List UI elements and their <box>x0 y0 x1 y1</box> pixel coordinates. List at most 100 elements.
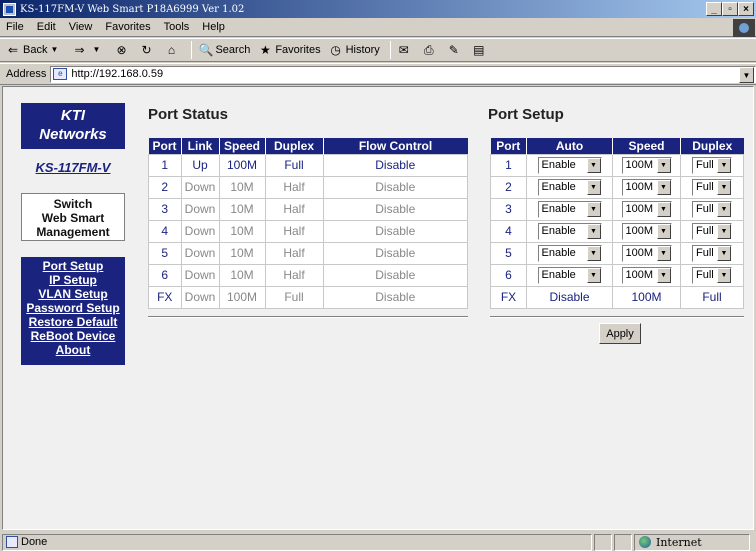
table-row: 6 Enable ▼ 100M ▼ Full ▼ <box>490 263 744 287</box>
table-row: 3 Enable ▼ 100M ▼ Full ▼ <box>490 197 744 221</box>
nav-password-setup[interactable]: Password Setup <box>21 301 125 315</box>
table-row: 1 Enable ▼ 100M ▼ Full ▼ <box>490 153 744 177</box>
cell-port: FX <box>490 285 527 309</box>
chevron-down-icon: ▼ <box>717 157 731 173</box>
menu-help[interactable]: Help <box>202 21 225 33</box>
edit-button[interactable]: ✎ <box>447 43 464 57</box>
refresh-button[interactable]: ↻ <box>139 43 156 57</box>
duplex-select[interactable]: Full ▼ <box>692 244 732 262</box>
nav-ip-setup[interactable]: IP Setup <box>21 273 125 287</box>
cell-flow: Disable <box>322 241 468 265</box>
chevron-down-icon: ▼ <box>50 45 59 54</box>
cell-duplex: Full ▼ <box>680 241 744 265</box>
col-duplex: Duplex <box>680 138 744 154</box>
auto-select[interactable]: Enable ▼ <box>537 244 602 262</box>
col-port: Port <box>490 138 527 154</box>
duplex-value: Full <box>696 269 714 281</box>
cell-speed: 100M <box>612 285 681 309</box>
speed-select[interactable]: 100M ▼ <box>621 200 672 218</box>
mail-button[interactable]: ✉ <box>397 43 414 57</box>
duplex-select[interactable]: Full ▼ <box>692 266 732 284</box>
cell-port: 1 <box>490 153 527 177</box>
title-bar: KS-117FM-V Web Smart P18A6999 Ver 1.02 _… <box>0 0 756 18</box>
speed-select[interactable]: 100M ▼ <box>621 222 672 240</box>
duplex-value: Full <box>696 225 714 237</box>
cell-duplex: Full ▼ <box>680 197 744 221</box>
menu-view[interactable]: View <box>69 21 93 33</box>
menu-tools[interactable]: Tools <box>164 21 190 33</box>
cell-link: Up <box>180 153 220 177</box>
logo-line-1: KTI <box>60 107 86 124</box>
cell-duplex: Half <box>264 197 324 221</box>
table-row: 6 Down 10M Half Disable <box>148 263 468 287</box>
cell-port: 3 <box>490 197 527 221</box>
chevron-down-icon: ▼ <box>586 223 601 239</box>
chevron-down-icon: ▼ <box>717 179 731 195</box>
cell-duplex: Full <box>264 153 324 177</box>
status-bar: Done Internet <box>0 532 756 552</box>
nav-restore-default[interactable]: Restore Default <box>21 315 125 329</box>
minimize-button[interactable]: _ <box>706 2 722 16</box>
speed-select[interactable]: 100M ▼ <box>621 178 672 196</box>
history-button[interactable]: ◷ History <box>329 43 379 57</box>
speed-value: 100M <box>625 159 654 171</box>
nav-about[interactable]: About <box>21 343 125 357</box>
nav-reboot-device[interactable]: ReBoot Device <box>21 329 125 343</box>
search-button[interactable]: 🔍 Search <box>198 43 250 57</box>
speed-select[interactable]: 100M ▼ <box>621 266 672 284</box>
duplex-select[interactable]: Full ▼ <box>692 222 732 240</box>
page-icon <box>6 536 18 548</box>
duplex-select[interactable]: Full ▼ <box>692 200 732 218</box>
duplex-value: Full <box>696 203 714 215</box>
chevron-down-icon: ▼ <box>656 157 671 173</box>
table-row: FX Disable 100M Full <box>490 285 744 309</box>
cell-port: 4 <box>148 219 182 243</box>
cell-port: FX <box>148 285 182 309</box>
duplex-select[interactable]: Full ▼ <box>692 178 732 196</box>
cell-port: 3 <box>148 197 182 221</box>
menu-favorites[interactable]: Favorites <box>105 21 150 33</box>
cell-link: Down <box>180 263 220 287</box>
address-url: http://192.168.0.59 <box>71 68 164 80</box>
auto-select[interactable]: Enable ▼ <box>537 200 602 218</box>
auto-select[interactable]: Enable ▼ <box>537 222 602 240</box>
table-row: FX Down 100M Full Disable <box>148 285 468 309</box>
cell-duplex: Full ▼ <box>680 219 744 243</box>
page-icon: e <box>53 68 68 80</box>
back-button[interactable]: ⇐ Back ▼ <box>6 43 64 57</box>
close-button[interactable]: × <box>738 2 754 16</box>
favorites-button[interactable]: ★ Favorites <box>258 43 321 57</box>
port-setup-title: Port Setup <box>488 106 564 123</box>
cell-duplex: Full <box>680 285 744 309</box>
print-button[interactable]: ⎙ <box>422 43 439 57</box>
speed-select[interactable]: 100M ▼ <box>621 156 672 174</box>
status-panel <box>594 533 612 551</box>
duplex-select[interactable]: Full ▼ <box>692 156 732 174</box>
refresh-icon: ↻ <box>141 43 152 57</box>
auto-select[interactable]: Enable ▼ <box>537 266 602 284</box>
forward-button[interactable]: ⇒ ▼ <box>72 43 106 57</box>
home-button[interactable]: ⌂ <box>164 43 181 57</box>
cell-speed: 100M <box>218 285 266 309</box>
speed-select[interactable]: 100M ▼ <box>621 244 672 262</box>
auto-select[interactable]: Enable ▼ <box>537 156 602 174</box>
maximize-button[interactable]: ▫ <box>722 2 738 16</box>
nav-port-setup[interactable]: Port Setup <box>21 259 125 273</box>
table-row: 3 Down 10M Half Disable <box>148 197 468 221</box>
cell-duplex: Full ▼ <box>680 175 744 199</box>
stop-button[interactable]: ⊗ <box>114 43 131 57</box>
menu-file[interactable]: File <box>6 21 24 33</box>
nav-vlan-setup[interactable]: VLAN Setup <box>21 287 125 301</box>
window-controls: _ ▫ × <box>706 2 754 16</box>
globe-icon <box>639 536 651 548</box>
discuss-button[interactable]: ▤ <box>472 43 489 57</box>
auto-value: Enable <box>541 159 576 171</box>
forward-arrow-icon: ⇒ <box>74 43 85 57</box>
address-dropdown-button[interactable]: ▼ <box>739 67 754 83</box>
cell-auto: Enable ▼ <box>526 219 613 243</box>
menu-edit[interactable]: Edit <box>37 21 56 33</box>
address-input[interactable]: e http://192.168.0.59 <box>50 65 756 83</box>
auto-select[interactable]: Enable ▼ <box>537 178 602 196</box>
apply-button[interactable]: Apply <box>599 323 641 344</box>
security-zone: Internet <box>634 533 750 551</box>
